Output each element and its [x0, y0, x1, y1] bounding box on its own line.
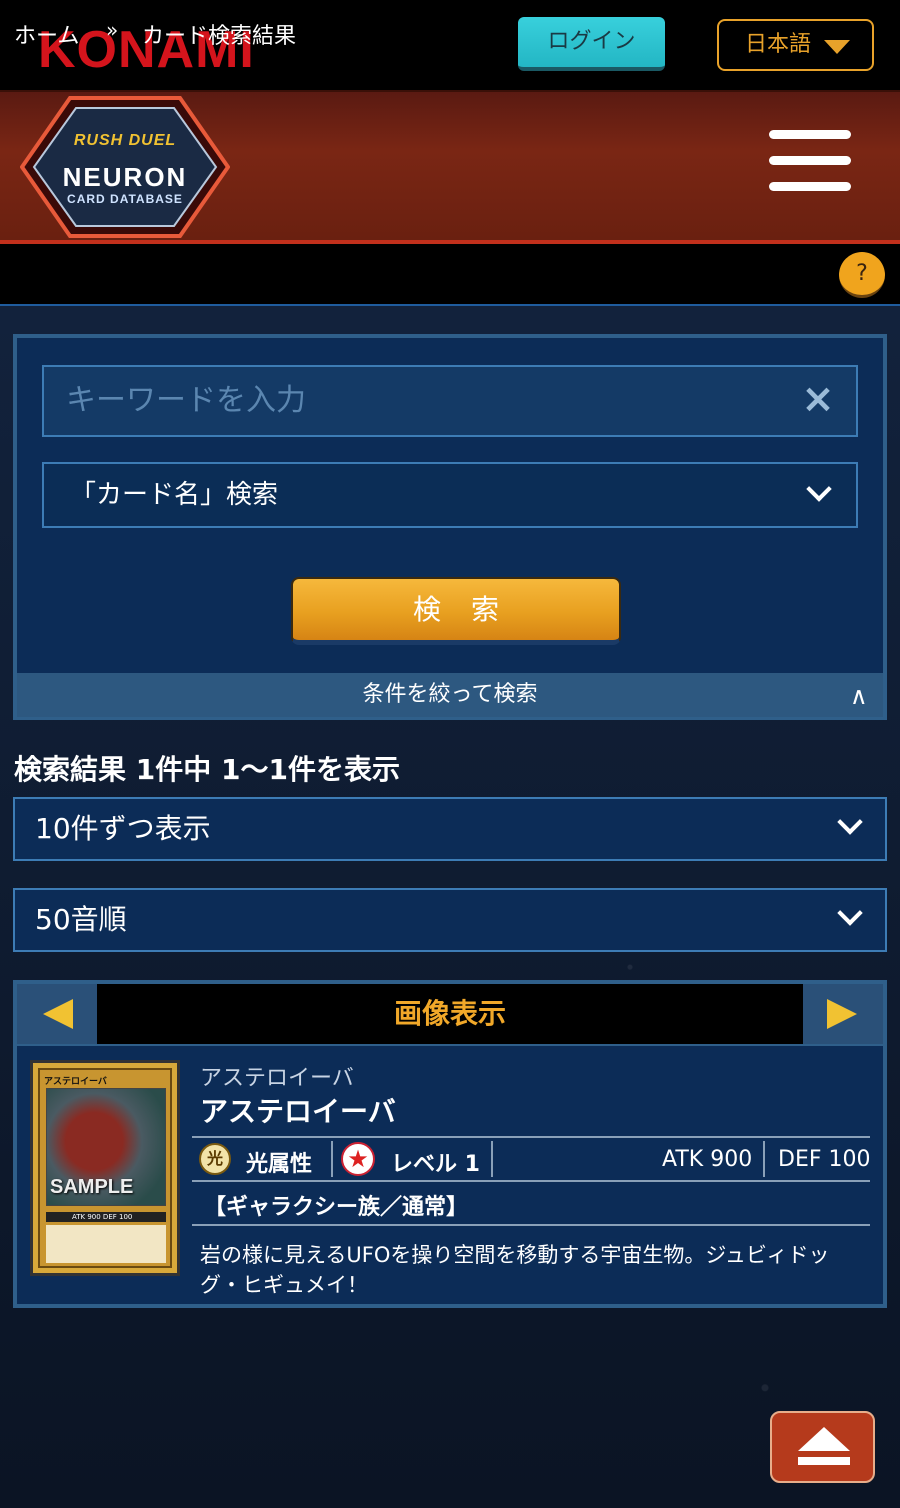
menu-bar-icon [769, 156, 851, 165]
site-logo[interactable]: RUSH DUEL NEURON CARD DATABASE [19, 94, 231, 240]
language-select[interactable]: 日本語 [717, 19, 874, 71]
card-thumb-stats: ATK 900 DEF 100 [46, 1212, 166, 1222]
divider [331, 1141, 333, 1177]
view-mode-title: 画像表示 [393, 997, 506, 1030]
card-ruby: アステロイーバ [200, 1066, 354, 1091]
menu-button[interactable] [769, 130, 851, 192]
search-button[interactable]: 検索 [291, 577, 621, 645]
chevron-up-icon[interactable]: ∧ [850, 684, 874, 708]
logo-line1: RUSH DUEL [73, 132, 177, 149]
card-type: 【ギャラクシー族／通常】 [204, 1195, 469, 1220]
card-name[interactable]: アステロイーバ [200, 1090, 396, 1130]
breadcrumb-home[interactable]: ホーム [14, 18, 79, 50]
keyword-input[interactable]: キーワードを入力 [42, 365, 858, 437]
logo-line3: CARD DATABASE [67, 192, 183, 206]
language-label: 日本語 [745, 32, 812, 57]
sort-select[interactable]: 50音順 [13, 888, 887, 952]
chevron-down-icon [824, 40, 850, 54]
divider [491, 1141, 493, 1177]
breadcrumb-current: カード検索結果 [142, 24, 297, 49]
search-type-select[interactable]: 「カード名」検索 [42, 462, 858, 528]
result-count: 検索結果 1件中 1〜1件を表示 [14, 753, 400, 786]
filter-toggle[interactable]: 条件を絞って検索 [17, 673, 883, 717]
level-label: レベル 1 [391, 1152, 480, 1177]
clear-icon[interactable]: × [800, 379, 836, 419]
card-thumb-name: アステロイーバ [44, 1077, 107, 1087]
menu-bar-icon [769, 182, 851, 191]
chevron-down-icon [806, 476, 832, 502]
divider [763, 1141, 765, 1177]
login-button[interactable]: ログイン [518, 17, 665, 71]
breadcrumb-separator: » [106, 18, 119, 42]
arrow-right-icon [827, 999, 857, 1029]
logo-line2: NEURON [62, 162, 188, 192]
divider [192, 1224, 870, 1226]
sort-label: 50音順 [35, 903, 127, 936]
back-to-top-button[interactable] [770, 1411, 875, 1483]
view-prev-button[interactable] [17, 984, 97, 1044]
card-description: 岩の様に見えるUFOを操り空間を移動する宇宙生物。ジュビィドッグ・ヒギュメイ！ [200, 1243, 830, 1297]
card-image[interactable]: アステロイーバ SAMPLE ATK 900 DEF 100 [30, 1060, 180, 1276]
per-page-select[interactable]: 10件ずつ表示 [13, 797, 887, 861]
def-value: DEF 100 [778, 1147, 871, 1172]
chevron-down-icon [837, 809, 863, 835]
level-star-icon: ★ [341, 1142, 375, 1176]
arrow-up-icon [798, 1427, 850, 1451]
card-thumb-text [46, 1225, 166, 1263]
menu-bar-icon [769, 130, 851, 139]
breadcrumb [0, 244, 900, 306]
sample-watermark: SAMPLE [50, 1176, 134, 1198]
per-page-label: 10件ずつ表示 [35, 812, 211, 845]
arrow-left-icon [43, 999, 73, 1029]
attribute-label: 光属性 [246, 1152, 313, 1177]
view-next-button[interactable] [803, 984, 883, 1044]
chevron-down-icon [837, 900, 863, 926]
arrow-up-bar [798, 1457, 850, 1465]
light-attribute-icon: 光 [199, 1143, 231, 1175]
card-frame: アステロイーバ SAMPLE ATK 900 DEF 100 [38, 1068, 172, 1268]
help-button[interactable]: ? [839, 252, 885, 298]
atk-value: ATK 900 [662, 1147, 753, 1172]
search-type-label: 「カード名」検索 [70, 480, 279, 510]
